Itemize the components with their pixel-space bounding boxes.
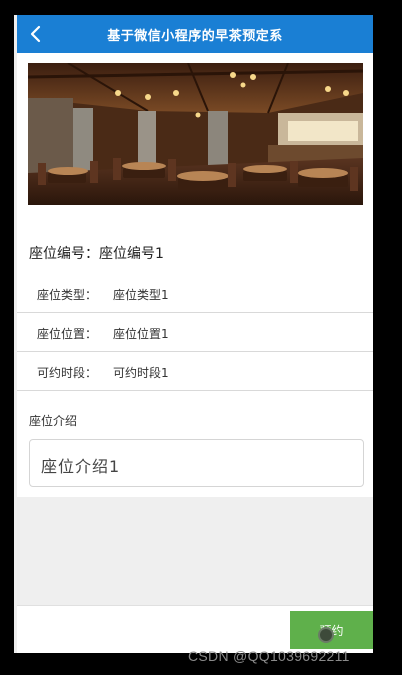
page-title: 基于微信小程序的早茶预定系 (107, 28, 283, 44)
seat-type-value: 座位类型1 (113, 288, 169, 302)
time-slot-row: 可约时段： 可约时段1 (17, 352, 373, 391)
seat-intro-text: 座位介绍1 (41, 457, 121, 476)
seat-location-label: 座位位置： (37, 327, 98, 341)
seat-type-label: 座位类型： (37, 288, 98, 302)
watermark-text: CSDN @QQ1039692211 (188, 648, 350, 664)
mouse-cursor-icon (318, 627, 334, 643)
chevron-left-icon (30, 25, 41, 43)
restaurant-banner-image (28, 63, 363, 205)
seat-intro-label: 座位介绍 (29, 414, 78, 428)
nav-header: 基于微信小程序的早茶预定系 (17, 15, 373, 53)
seat-location-value: 座位位置1 (113, 327, 169, 341)
seat-type-row: 座位类型： 座位类型1 (17, 274, 373, 313)
seat-intro-field: 座位介绍1 (29, 439, 364, 487)
seat-location-row: 座位位置： 座位位置1 (17, 313, 373, 352)
seat-number-title: 座位编号：座位编号1 (29, 246, 164, 262)
time-slot-label: 可约时段： (37, 366, 98, 380)
back-button[interactable] (23, 21, 49, 47)
time-slot-value: 可约时段1 (113, 366, 169, 380)
app-screen: 基于微信小程序的早茶预定系 座位编号：座位编号1 座位类型： 座位类型1 座位位… (17, 15, 373, 653)
seat-detail: 座位编号：座位编号1 座位类型： 座位类型1 座位位置： 座位位置1 可约时段：… (17, 53, 373, 497)
